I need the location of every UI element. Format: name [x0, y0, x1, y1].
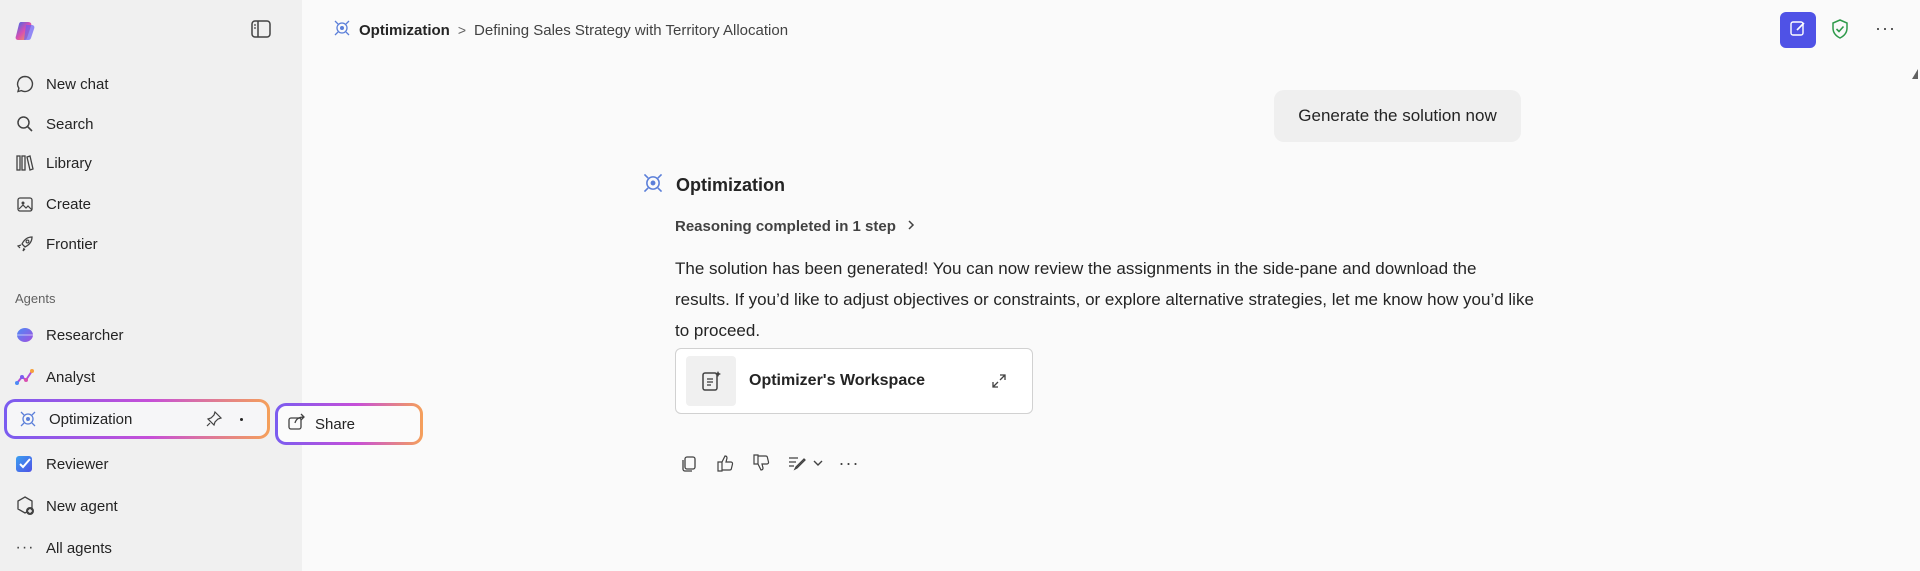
sidebar-item-label: Reviewer	[46, 455, 109, 473]
edit-pen-icon[interactable]	[786, 452, 808, 474]
reasoning-toggle[interactable]: Reasoning completed in 1 step	[675, 218, 916, 235]
sidebar-item-label: Optimization	[49, 410, 133, 428]
breadcrumb-agent[interactable]: Optimization	[359, 22, 450, 39]
scroll-indicator-icon	[1912, 66, 1918, 79]
sidebar-item-label: New agent	[46, 497, 118, 515]
sidebar-item-reviewer[interactable]: Reviewer	[14, 449, 109, 479]
chevron-down-icon[interactable]	[812, 452, 824, 474]
thumbs-up-icon[interactable]	[714, 452, 736, 474]
message-actions: ···	[678, 452, 860, 474]
chevron-right-icon	[906, 218, 916, 235]
bot-name: Optimization	[676, 175, 785, 195]
copy-icon[interactable]	[678, 452, 700, 474]
analyst-icon	[14, 366, 36, 388]
user-message: Generate the solution now	[1274, 90, 1521, 142]
sidebar-item-search[interactable]: Search	[14, 109, 94, 139]
rocket-icon	[14, 233, 36, 255]
more-options-icon[interactable]	[240, 418, 243, 421]
more-options-icon[interactable]: ···	[1875, 18, 1896, 39]
sidebar-item-new-chat[interactable]: New chat	[14, 69, 109, 99]
shield-check-icon[interactable]	[1829, 18, 1851, 45]
more-options-icon[interactable]: ···	[838, 452, 860, 474]
sidebar-item-library[interactable]: Library	[14, 148, 92, 178]
chat-icon	[14, 73, 36, 95]
sidebar: New chat Search Library Create Frontier …	[0, 0, 302, 571]
reviewer-icon	[14, 453, 36, 475]
workspace-card[interactable]: Optimizer's Workspace	[675, 348, 1033, 414]
sidebar-item-optimization[interactable]: Optimization	[4, 399, 270, 439]
agents-section-label: Agents	[15, 291, 56, 306]
sidebar-item-label: Frontier	[46, 235, 98, 253]
create-icon	[14, 193, 36, 215]
sidebar-toggle-icon[interactable]	[251, 20, 271, 38]
sidebar-item-label: Researcher	[46, 326, 124, 344]
sidebar-item-analyst[interactable]: Analyst	[14, 362, 95, 392]
pin-icon[interactable]	[205, 410, 223, 432]
library-icon	[14, 152, 36, 174]
sidebar-item-new-agent[interactable]: New agent	[14, 491, 118, 521]
sidebar-item-researcher[interactable]: Researcher	[14, 320, 124, 350]
sidebar-item-all-agents[interactable]: ··· All agents	[14, 533, 112, 563]
sidebar-item-label: Create	[46, 195, 92, 213]
sidebar-item-frontier[interactable]: Frontier	[14, 229, 98, 259]
sidebar-item-label: Analyst	[46, 368, 96, 386]
more-icon: ···	[15, 539, 35, 556]
sidebar-item-label: All agents	[46, 539, 112, 557]
optimization-icon	[333, 19, 351, 41]
conversation-title[interactable]: Defining Sales Strategy with Territory A…	[474, 22, 788, 39]
breadcrumb: Optimization > Defining Sales Strategy w…	[333, 19, 788, 41]
sidebar-item-label: Search	[46, 115, 94, 133]
workspace-label: Optimizer's Workspace	[749, 372, 926, 389]
sidebar-item-label: Library	[46, 154, 92, 172]
sidebar-item-label: New chat	[46, 75, 109, 93]
optimization-icon	[17, 408, 39, 430]
thumbs-down-icon[interactable]	[750, 452, 772, 474]
new-chat-button[interactable]	[1780, 12, 1816, 48]
document-sparkle-icon	[686, 356, 736, 406]
breadcrumb-separator: >	[457, 22, 467, 38]
sidebar-item-create[interactable]: Create	[14, 189, 91, 219]
new-agent-icon	[14, 495, 36, 517]
reasoning-label: Reasoning completed in 1 step	[675, 218, 896, 235]
bot-answer: The solution has been generated! You can…	[675, 259, 1534, 340]
expand-icon[interactable]	[991, 373, 1007, 394]
compose-icon	[1789, 19, 1807, 42]
search-icon	[14, 113, 36, 135]
copilot-logo-icon[interactable]	[14, 19, 38, 43]
bot-header: Optimization	[642, 172, 785, 199]
share-icon	[287, 412, 307, 436]
optimization-icon	[642, 172, 664, 199]
share-label: Share	[315, 415, 356, 433]
share-menu-item[interactable]: Share	[275, 403, 423, 445]
researcher-icon	[14, 324, 36, 346]
